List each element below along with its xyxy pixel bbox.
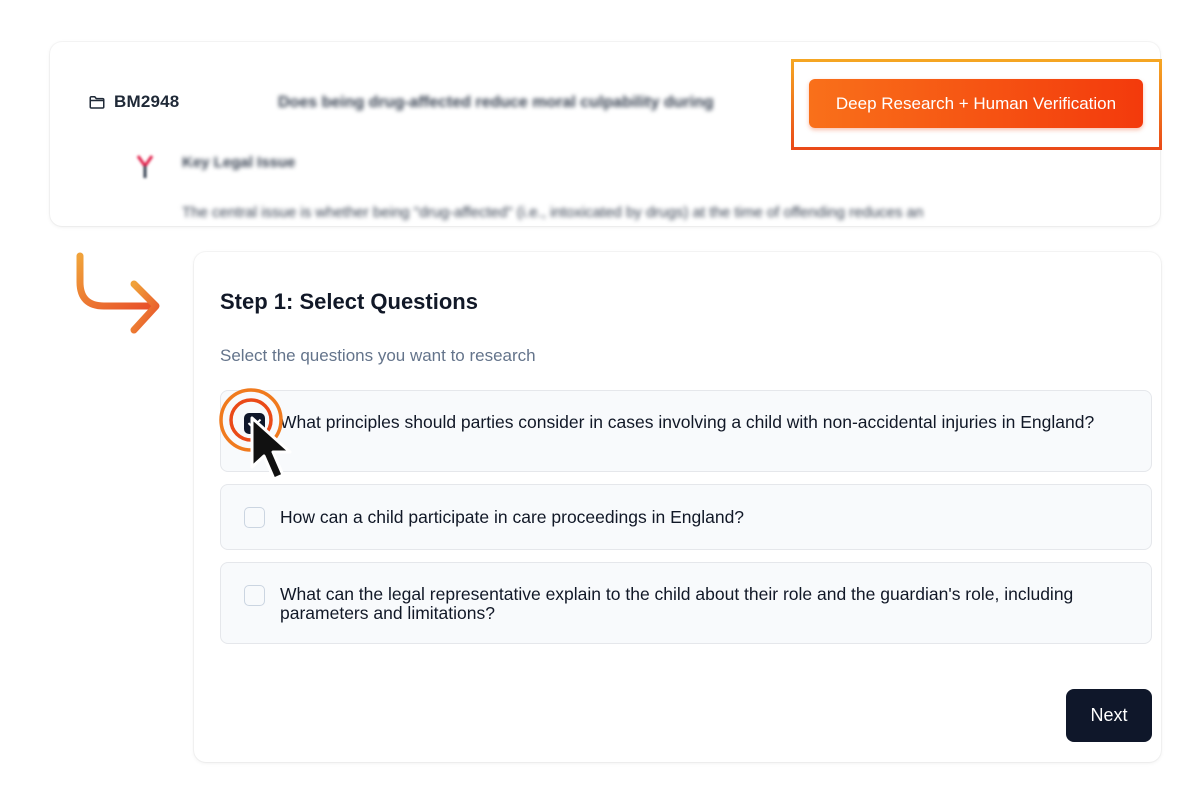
case-question: Does being drug-affected reduce moral cu… — [278, 94, 714, 111]
question-text: What can the legal representative explai… — [280, 584, 1074, 623]
issue-text: The central issue is whether being "drug… — [182, 204, 924, 221]
step-card: Step 1: Select Questions Select the ques… — [194, 252, 1161, 762]
case-id: BM2948 — [114, 92, 180, 111]
question-text: How can a child participate in care proc… — [280, 507, 745, 527]
question-text: What principles should parties consider … — [280, 412, 1095, 432]
step-title: Step 1: Select Questions — [220, 289, 478, 314]
issue-title: Key Legal Issue — [182, 154, 296, 171]
question-item[interactable]: How can a child participate in care proc… — [220, 484, 1152, 550]
curved-arrow-icon — [76, 252, 160, 334]
case-header: BM2948 — [88, 92, 179, 112]
question-checkbox[interactable] — [244, 507, 265, 528]
question-checkbox[interactable] — [244, 585, 265, 606]
scale-icon — [136, 155, 154, 178]
question-item[interactable]: What principles should parties consider … — [220, 390, 1152, 472]
mouse-pointer-icon — [250, 416, 292, 481]
step-subtitle: Select the questions you want to researc… — [220, 346, 536, 365]
next-button[interactable]: Next — [1066, 689, 1152, 742]
folder-icon — [89, 96, 105, 109]
question-item[interactable]: What can the legal representative explai… — [220, 562, 1152, 644]
deep-research-button[interactable]: Deep Research + Human Verification — [809, 79, 1143, 128]
